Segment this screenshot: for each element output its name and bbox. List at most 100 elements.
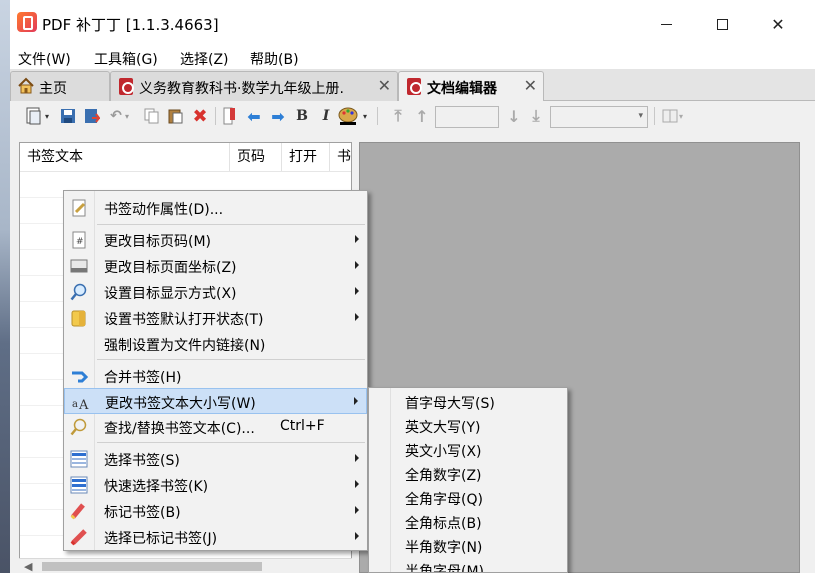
- toolbar: ▾ ↶ ▾ ✖ ⬅ ➡ B I ▾ ⤒ ↑ ↓ ⤓ ▾ ▾: [10, 101, 815, 131]
- window-title: PDF 补丁丁 [1.1.3.4663]: [42, 16, 219, 34]
- menu-item-action-properties[interactable]: 书签动作属性(D)...: [64, 195, 367, 221]
- menu-item-change-text-case[interactable]: aA 更改书签文本大小写(W): [64, 388, 367, 414]
- toolbar-separator: [215, 107, 216, 125]
- color-palette-icon[interactable]: [338, 106, 358, 126]
- submenu-item-uppercase[interactable]: 英文大写(Y): [369, 414, 567, 438]
- move-down-icon[interactable]: ↓: [504, 106, 524, 126]
- menu-item-change-target-page[interactable]: # 更改目标页码(M): [64, 227, 367, 253]
- submenu-arrow-icon: [354, 397, 358, 405]
- bookmark-icon[interactable]: [220, 106, 240, 126]
- submenu-item-lowercase[interactable]: 英文小写(X): [369, 438, 567, 462]
- save-icon[interactable]: [58, 106, 78, 126]
- menu-item-mark-bookmarks[interactable]: 标记书签(B): [64, 498, 367, 524]
- pdf-icon: [119, 78, 134, 95]
- menu-item-label: 强制设置为文件内链接(N): [104, 338, 266, 354]
- bold-icon[interactable]: B: [292, 106, 312, 126]
- chevron-down-icon[interactable]: ▾: [676, 106, 686, 126]
- menu-select[interactable]: 选择(Z): [180, 49, 229, 69]
- submenu-item-label: 半角数字(N): [405, 540, 483, 556]
- arrow-right-icon[interactable]: ➡: [268, 106, 288, 126]
- menu-item-label: 选择已标记书签(J): [104, 531, 218, 547]
- submenu-item-fullwidth-punctuation[interactable]: 全角标点(B): [369, 510, 567, 534]
- menu-item-merge-bookmarks[interactable]: 合并书签(H): [64, 363, 367, 389]
- move-up-icon[interactable]: ↑: [412, 106, 432, 126]
- arrow-left-icon[interactable]: ⬅: [244, 106, 264, 126]
- submenu-item-fullwidth-digits[interactable]: 全角数字(Z): [369, 462, 567, 486]
- quick-select-icon: [70, 476, 88, 494]
- chevron-down-icon[interactable]: ▾: [122, 106, 132, 126]
- menu-item-shortcut: Ctrl+F: [280, 418, 325, 434]
- submenu-arrow-icon: [355, 261, 359, 269]
- submenu-item-label: 英文大写(Y): [405, 420, 481, 436]
- menu-item-label: 设置目标显示方式(X): [104, 286, 237, 302]
- menu-item-label: 合并书签(H): [104, 370, 182, 386]
- page-number-input[interactable]: [435, 106, 499, 128]
- submenu-item-label: 半角字母(M): [405, 564, 485, 572]
- close-window-button[interactable]: ✕: [755, 8, 801, 40]
- menu-item-force-internal-link[interactable]: 强制设置为文件内链接(N): [64, 331, 367, 357]
- submenu-arrow-icon: [355, 506, 359, 514]
- column-header-open[interactable]: 打开: [282, 143, 330, 171]
- submenu-item-halfwidth-digits[interactable]: 半角数字(N): [369, 534, 567, 558]
- menu-item-select-bookmarks[interactable]: 选择书签(S): [64, 446, 367, 472]
- move-top-icon[interactable]: ⤒: [388, 106, 408, 126]
- move-bottom-icon[interactable]: ⤓: [526, 106, 546, 126]
- delete-icon[interactable]: ✖: [190, 106, 210, 127]
- menu-separator: [97, 442, 365, 443]
- tab-home[interactable]: 主页: [10, 71, 110, 101]
- horizontal-scrollbar[interactable]: ◀: [19, 558, 352, 573]
- submenu-item-fullwidth-letters[interactable]: 全角字母(Q): [369, 486, 567, 510]
- pdf-icon: [407, 78, 422, 95]
- menu-item-find-replace[interactable]: 查找/替换书签文本(C)... Ctrl+F: [64, 414, 367, 440]
- marked-select-icon: [70, 529, 87, 546]
- menu-item-label: 查找/替换书签文本(C)...: [104, 421, 255, 437]
- chevron-down-icon[interactable]: ▾: [360, 106, 370, 126]
- menu-help[interactable]: 帮助(B): [250, 49, 299, 69]
- menu-item-label: 更改书签文本大小写(W): [105, 396, 256, 412]
- toolbar-separator: [377, 107, 378, 125]
- scrollbar-thumb[interactable]: [42, 562, 262, 571]
- close-icon[interactable]: ✕: [524, 76, 537, 95]
- chevron-down-icon[interactable]: ▾: [42, 106, 52, 126]
- tab-document-editor[interactable]: 文档编辑器 ✕: [398, 71, 544, 102]
- menu-item-default-open-state[interactable]: 设置书签默认打开状态(T): [64, 305, 367, 331]
- page-number-icon: #: [72, 231, 86, 249]
- submenu-arrow-icon: [355, 454, 359, 462]
- app-window: PDF 补丁丁 [1.1.3.4663] ✕ 文件(W) 工具箱(G) 选择(Z…: [10, 0, 815, 573]
- copy-icon[interactable]: [142, 106, 162, 126]
- menu-separator: [97, 359, 365, 360]
- submenu-item-halfwidth-letters[interactable]: 半角字母(M): [369, 558, 567, 572]
- save-as-icon[interactable]: [82, 106, 102, 126]
- menu-file[interactable]: 文件(W): [18, 49, 71, 69]
- menu-toolbox[interactable]: 工具箱(G): [94, 49, 158, 69]
- zoom-select[interactable]: ▾: [550, 106, 648, 128]
- menu-item-change-target-coordinate[interactable]: 更改目标页面坐标(Z): [64, 253, 367, 279]
- submenu-arrow-icon: [355, 287, 359, 295]
- minimize-button[interactable]: [643, 8, 689, 40]
- column-header-text[interactable]: 书签文本: [20, 143, 230, 171]
- submenu-item-label: 全角数字(Z): [405, 468, 482, 484]
- new-document-icon[interactable]: [24, 106, 44, 126]
- app-logo-icon: [17, 12, 37, 32]
- paste-icon[interactable]: [166, 106, 186, 126]
- italic-icon[interactable]: I: [316, 106, 336, 126]
- bookmark-context-menu: 书签动作属性(D)... # 更改目标页码(M) 更改目标页面坐标(Z) 设置目…: [63, 190, 368, 551]
- chevron-left-icon[interactable]: ◀: [24, 560, 32, 573]
- submenu-item-label: 首字母大写(S): [405, 396, 495, 412]
- column-header-more[interactable]: 书: [330, 143, 352, 171]
- maximize-button[interactable]: [699, 8, 745, 40]
- menu-item-target-display-mode[interactable]: 设置目标显示方式(X): [64, 279, 367, 305]
- select-list-icon: [70, 450, 88, 468]
- menu-item-label: 书签动作属性(D)...: [104, 202, 224, 218]
- column-header-page[interactable]: 页码: [230, 143, 282, 171]
- submenu-item-capitalize[interactable]: 首字母大写(S): [369, 390, 567, 414]
- menu-item-quick-select[interactable]: 快速选择书签(K): [64, 472, 367, 498]
- tab-home-label: 主页: [39, 81, 67, 97]
- close-icon[interactable]: ✕: [378, 76, 391, 95]
- menu-item-select-marked[interactable]: 选择已标记书签(J): [64, 524, 367, 550]
- submenu-arrow-icon: [355, 313, 359, 321]
- tab-document[interactable]: 义务教育教科书·数学九年级上册. ✕: [110, 71, 398, 101]
- submenu-arrow-icon: [355, 532, 359, 540]
- magnifier-icon: [70, 283, 87, 301]
- find-replace-icon: [70, 418, 87, 436]
